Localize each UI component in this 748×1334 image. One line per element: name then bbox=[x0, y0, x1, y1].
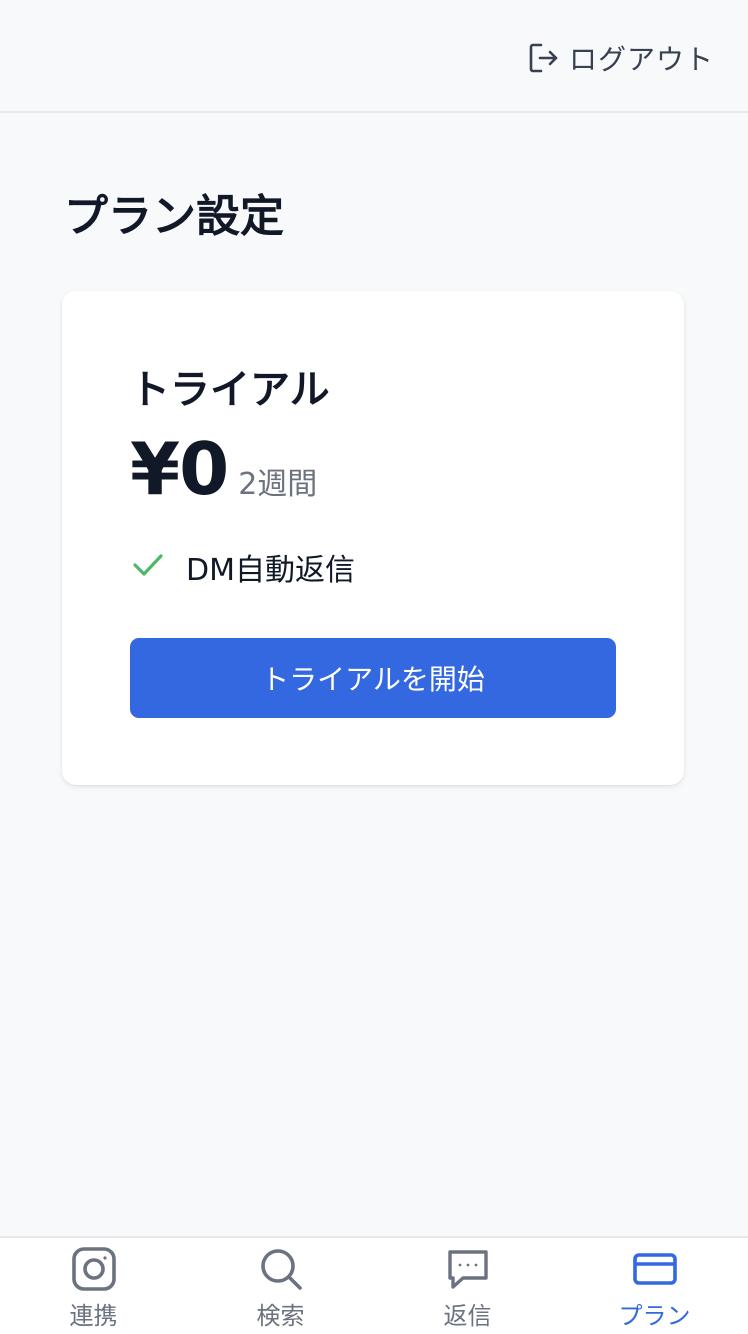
nav-label-reply: 返信 bbox=[443, 1302, 492, 1330]
nav-item-link[interactable]: 連携 bbox=[0, 1238, 187, 1334]
nav-label-plan: プラン bbox=[618, 1302, 691, 1330]
price-row: ¥0 2週間 bbox=[130, 427, 317, 511]
logout-button[interactable]: ログアウト bbox=[529, 38, 714, 78]
logout-icon bbox=[529, 42, 559, 74]
start-trial-button[interactable]: トライアルを開始 bbox=[130, 638, 616, 718]
plan-period: 2週間 bbox=[238, 467, 318, 502]
chat-bubble-icon bbox=[445, 1246, 491, 1292]
plan-price: ¥0 bbox=[130, 427, 229, 511]
instagram-icon bbox=[71, 1246, 117, 1292]
page-title: プラン設定 bbox=[64, 191, 284, 242]
feature-label: DM自動返信 bbox=[186, 553, 355, 588]
nav-item-search[interactable]: 検索 bbox=[187, 1238, 374, 1334]
search-icon bbox=[258, 1246, 304, 1292]
nav-item-reply[interactable]: 返信 bbox=[374, 1238, 561, 1334]
feature-item: DM自動返信 bbox=[132, 545, 355, 589]
plan-name: トライアル bbox=[130, 367, 330, 413]
app-root: ログアウト プラン設定 トライアル ¥0 2週間 DM自動返信 トライアルを開始 bbox=[0, 0, 748, 1334]
plan-card: トライアル ¥0 2週間 DM自動返信 トライアルを開始 bbox=[62, 291, 684, 785]
top-header: ログアウト bbox=[0, 0, 748, 113]
nav-label-search: 検索 bbox=[256, 1302, 305, 1330]
nav-label-link: 連携 bbox=[69, 1302, 118, 1330]
check-icon bbox=[132, 552, 164, 582]
credit-card-icon bbox=[632, 1246, 678, 1292]
nav-item-plan[interactable]: プラン bbox=[561, 1238, 748, 1334]
logout-label: ログアウト bbox=[568, 43, 714, 76]
bottom-nav: 連携 検索 返信 プラン bbox=[0, 1236, 748, 1334]
